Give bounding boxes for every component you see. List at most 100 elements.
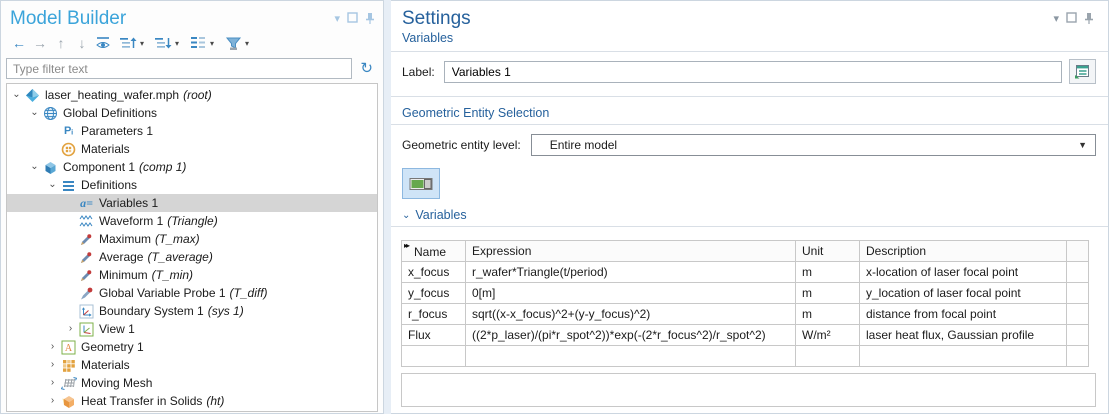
section-heading-geometric-entity-selection[interactable]: Geometric Entity Selection	[391, 97, 1108, 124]
table-row: x_focus r_wafer*Triangle(t/period) m x-l…	[402, 262, 1089, 283]
tree-item-average[interactable]: Average (T_average)	[7, 248, 377, 266]
chevron-right-icon[interactable]: ›	[45, 378, 60, 388]
cell-extra[interactable]	[1067, 325, 1089, 346]
pin-icon[interactable]	[1084, 12, 1094, 27]
table-empty-area[interactable]	[401, 373, 1096, 407]
cell-unit[interactable]: m	[796, 304, 860, 325]
chevron-down-icon[interactable]: ⌄	[45, 180, 60, 190]
tree-item-global-definitions[interactable]: ⌄ Global Definitions	[7, 104, 377, 122]
tree-item-label: View 1	[99, 322, 135, 336]
row-marker-icon: ▸▸	[404, 241, 408, 250]
cell-name[interactable]: x_focus	[402, 262, 466, 283]
tree-item-materials-global[interactable]: Materials	[7, 140, 377, 158]
cell-extra[interactable]	[1067, 346, 1089, 367]
cell-unit[interactable]: m	[796, 262, 860, 283]
cell-expression[interactable]: sqrt((x-x_focus)^2+(y-y_focus)^2)	[466, 304, 796, 325]
panel-menu-icon[interactable]: ▾	[1053, 14, 1059, 25]
tree-item-boundary-system-1[interactable]: Boundary System 1 (sys 1)	[7, 302, 377, 320]
cell-description[interactable]	[860, 346, 1067, 367]
expand-all-dropdown-icon[interactable]: ▾	[172, 39, 182, 48]
filter-dropdown-icon[interactable]: ▾	[242, 39, 252, 48]
tree-item-moving-mesh[interactable]: › Moving Mesh	[7, 374, 377, 392]
cell-expression[interactable]: ((2*p_laser)/(pi*r_spot^2))*exp(-(2*r_fo…	[466, 325, 796, 346]
active-toggle-button[interactable]	[402, 168, 440, 199]
back-icon[interactable]: ←	[10, 34, 28, 52]
cell-name[interactable]: r_focus	[402, 304, 466, 325]
panel-splitter[interactable]	[384, 0, 391, 414]
tree-item-materials-component[interactable]: › Materials	[7, 356, 377, 374]
tree-item-minimum[interactable]: Minimum (T_min)	[7, 266, 377, 284]
tree-item-view-1[interactable]: › View 1	[7, 320, 377, 338]
table-row: y_focus 0[m] m y_location of laser focal…	[402, 283, 1089, 304]
tree-item-parameters-1[interactable]: Pᵢ Parameters 1	[7, 122, 377, 140]
cell-description[interactable]: y_location of laser focal point	[860, 283, 1067, 304]
filter-input[interactable]	[6, 58, 352, 79]
cell-expression[interactable]: 0[m]	[466, 283, 796, 304]
cell-description[interactable]: distance from focal point	[860, 304, 1067, 325]
heat-transfer-icon	[60, 394, 77, 409]
column-header-extra	[1067, 241, 1089, 262]
tree-item-component-1[interactable]: ⌄ Component 1 (comp 1)	[7, 158, 377, 176]
geometric-entity-level-select[interactable]: Entire model ▼	[531, 134, 1096, 156]
tree-item-maximum[interactable]: Maximum (T_max)	[7, 230, 377, 248]
section-heading-variables[interactable]: ⌄ Variables	[391, 199, 1108, 226]
chevron-down-icon[interactable]: ⌄	[27, 108, 42, 118]
cell-expression[interactable]: r_wafer*Triangle(t/period)	[466, 262, 796, 283]
show-more-options-button[interactable]	[1069, 59, 1096, 84]
tree-item-heat-transfer-in-solids[interactable]: › Heat Transfer in Solids (ht)	[7, 392, 377, 410]
tree-item-label: Component 1	[63, 160, 135, 174]
tree-item-root[interactable]: ⌄ laser_heating_wafer.mph (root)	[7, 86, 377, 104]
expand-all-icon[interactable]	[154, 34, 172, 52]
move-up-icon[interactable]: ↑	[52, 34, 70, 52]
cell-extra[interactable]	[1067, 304, 1089, 325]
chevron-down-icon[interactable]: ⌄	[9, 90, 24, 100]
collapse-all-dropdown-icon[interactable]: ▾	[137, 39, 147, 48]
tree-item-geometry-1[interactable]: › A Geometry 1	[7, 338, 377, 356]
chevron-down-icon: ⌄	[402, 210, 410, 221]
show-eye-icon[interactable]	[94, 34, 112, 52]
cell-expression[interactable]	[466, 346, 796, 367]
comsol-window: Model Builder ▾ ← → ↑ ↓ ▾ ▾ ▾	[0, 0, 1109, 414]
tree-item-definitions[interactable]: ⌄ Definitions	[7, 176, 377, 194]
cell-unit[interactable]: W/m²	[796, 325, 860, 346]
component-cube-icon	[42, 160, 59, 175]
cell-name[interactable]: Flux	[402, 325, 466, 346]
chevron-down-icon[interactable]: ⌄	[27, 162, 42, 172]
chevron-right-icon[interactable]: ›	[45, 360, 60, 370]
cell-extra[interactable]	[1067, 262, 1089, 283]
move-down-icon[interactable]: ↓	[73, 34, 91, 52]
collapse-all-icon[interactable]	[119, 34, 137, 52]
pin-icon[interactable]	[365, 12, 375, 27]
cell-unit[interactable]: m	[796, 283, 860, 304]
filter-funnel-icon[interactable]	[224, 34, 242, 52]
cell-description[interactable]: x-location of laser focal point	[860, 262, 1067, 283]
chevron-right-icon[interactable]: ›	[45, 342, 60, 352]
forward-icon[interactable]: →	[31, 34, 49, 52]
tree-item-global-variable-probe-1[interactable]: Global Variable Probe 1 (T_diff)	[7, 284, 377, 302]
cell-description[interactable]: laser heat flux, Gaussian profile	[860, 325, 1067, 346]
refresh-icon[interactable]: ↻	[360, 61, 373, 76]
tree-item-label: Global Definitions	[63, 106, 157, 120]
column-header-expression: Expression	[466, 241, 796, 262]
table-row	[402, 346, 1089, 367]
tree-item-waveform-1[interactable]: Waveform 1 (Triangle)	[7, 212, 377, 230]
float-window-icon[interactable]	[347, 12, 358, 26]
chevron-right-icon[interactable]: ›	[63, 324, 78, 334]
tree-item-label: Heat Transfer in Solids	[81, 394, 202, 408]
cell-unit[interactable]	[796, 346, 860, 367]
cell-extra[interactable]	[1067, 283, 1089, 304]
tree-item-variables-1[interactable]: a= Variables 1	[7, 194, 377, 212]
label-input[interactable]	[444, 61, 1062, 83]
node-label-icon[interactable]	[189, 34, 207, 52]
tree-item-label: Boundary System 1	[99, 304, 204, 318]
probe-icon	[78, 232, 95, 247]
cell-name[interactable]: y_focus	[402, 283, 466, 304]
float-window-icon[interactable]	[1066, 12, 1077, 26]
chevron-right-icon[interactable]: ›	[45, 396, 60, 406]
panel-menu-icon[interactable]: ▾	[334, 14, 340, 25]
table-row: Flux ((2*p_laser)/(pi*r_spot^2))*exp(-(2…	[402, 325, 1089, 346]
tree-item-label: Maximum	[99, 232, 151, 246]
tree-item-label: Minimum	[99, 268, 148, 282]
cell-name[interactable]	[402, 346, 466, 367]
node-label-dropdown-icon[interactable]: ▾	[207, 39, 217, 48]
